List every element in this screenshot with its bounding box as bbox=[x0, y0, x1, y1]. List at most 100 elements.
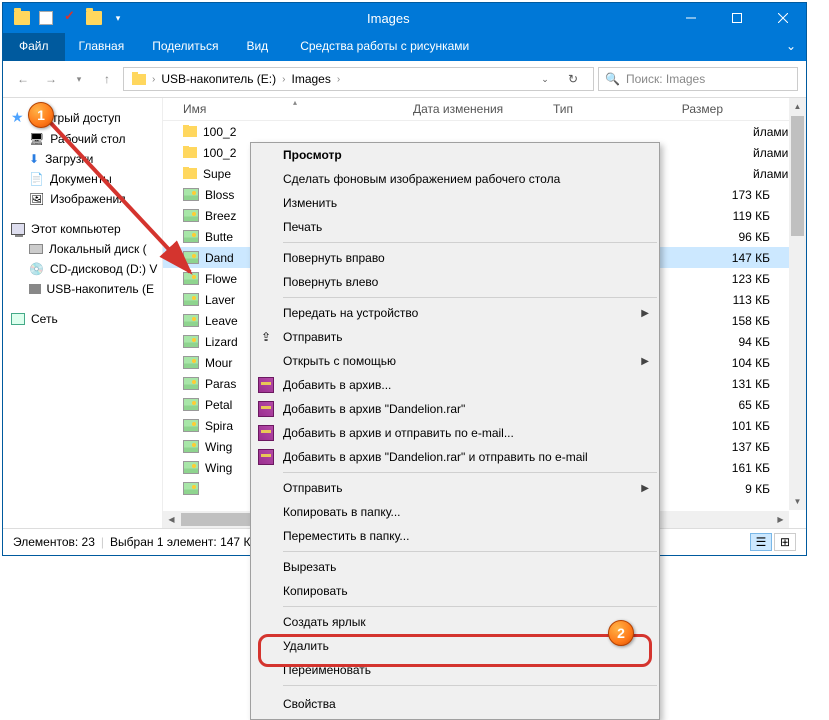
image-file-icon bbox=[183, 272, 199, 285]
folder-icon bbox=[183, 168, 197, 179]
scroll-up-icon[interactable]: ▲ bbox=[789, 98, 806, 115]
file-type-fragment: йлами bbox=[753, 167, 788, 181]
winrar-icon bbox=[257, 400, 275, 418]
ctx-print[interactable]: Печать bbox=[251, 215, 659, 239]
image-file-icon bbox=[183, 461, 199, 474]
ctx-view[interactable]: Просмотр bbox=[251, 143, 659, 167]
annotation-badge-2: 2 bbox=[608, 620, 634, 646]
download-icon: ⬇ bbox=[29, 152, 39, 166]
chevron-right-icon[interactable]: › bbox=[282, 74, 285, 85]
file-tab[interactable]: Файл bbox=[3, 33, 65, 61]
file-name: Bloss bbox=[205, 188, 234, 202]
qat-check-icon[interactable] bbox=[59, 7, 81, 29]
desktop-icon: 🖥 bbox=[29, 132, 44, 146]
address-segment-folder[interactable]: Images bbox=[287, 70, 334, 88]
tab-view[interactable]: Вид bbox=[232, 33, 282, 61]
usb-icon bbox=[29, 284, 41, 294]
nav-desktop[interactable]: 🖥Рабочий стол bbox=[3, 129, 162, 149]
qat-checkbox[interactable] bbox=[35, 7, 57, 29]
image-file-icon bbox=[183, 440, 199, 453]
address-toolbar: ← → ▾ ↑ › USB-накопитель (E:) › Images ›… bbox=[3, 61, 806, 98]
ctx-rotate-left[interactable]: Повернуть влево bbox=[251, 270, 659, 294]
nav-usb-drive[interactable]: USB-накопитель (E bbox=[3, 279, 162, 299]
image-file-icon bbox=[183, 230, 199, 243]
up-button[interactable]: ↑ bbox=[95, 67, 119, 91]
chevron-right-icon[interactable]: › bbox=[152, 74, 155, 85]
column-type[interactable]: Тип bbox=[553, 102, 673, 116]
ctx-archive-named[interactable]: Добавить в архив "Dandelion.rar" bbox=[251, 397, 659, 421]
scroll-left-icon[interactable]: ◀ bbox=[163, 511, 180, 528]
nav-pictures[interactable]: 🖼Изображения bbox=[3, 189, 162, 209]
network-header[interactable]: Сеть bbox=[3, 309, 162, 329]
folder-icon bbox=[132, 74, 146, 85]
ctx-rotate-right[interactable]: Повернуть вправо bbox=[251, 246, 659, 270]
maximize-button[interactable] bbox=[714, 3, 760, 33]
winrar-icon bbox=[257, 376, 275, 394]
nav-downloads[interactable]: ⬇Загрузки bbox=[3, 149, 162, 169]
ctx-separator bbox=[283, 472, 657, 473]
quick-access-header[interactable]: ★Быстрый доступ bbox=[3, 106, 162, 129]
ctx-rename[interactable]: Переименовать bbox=[251, 658, 659, 682]
scroll-down-icon[interactable]: ▼ bbox=[789, 493, 806, 510]
address-segment-drive[interactable]: USB-накопитель (E:) bbox=[157, 70, 280, 88]
ctx-archive-named-email[interactable]: Добавить в архив "Dandelion.rar" и отпра… bbox=[251, 445, 659, 469]
ctx-archive[interactable]: Добавить в архив... bbox=[251, 373, 659, 397]
details-view-button[interactable]: ☰ bbox=[750, 533, 772, 551]
ctx-cut[interactable]: Вырезать bbox=[251, 555, 659, 579]
forward-button[interactable]: → bbox=[39, 67, 63, 91]
ctx-moveto[interactable]: Переместить в папку... bbox=[251, 524, 659, 548]
tab-home[interactable]: Главная bbox=[65, 33, 139, 61]
annotation-badge-1: 1 bbox=[28, 102, 54, 128]
column-date[interactable]: Дата изменения bbox=[413, 102, 553, 116]
nav-local-disk[interactable]: Локальный диск ( bbox=[3, 239, 162, 259]
status-count: Элементов: 23 bbox=[13, 535, 95, 549]
file-name: Lizard bbox=[205, 335, 238, 349]
ctx-wallpaper[interactable]: Сделать фоновым изображением рабочего ст… bbox=[251, 167, 659, 191]
context-menu: Просмотр Сделать фоновым изображением ра… bbox=[250, 142, 660, 720]
scroll-right-icon[interactable]: ▶ bbox=[772, 511, 789, 528]
ctx-openwith[interactable]: Открыть с помощью▶ bbox=[251, 349, 659, 373]
tab-picture-tools[interactable]: Средства работы с рисунками bbox=[286, 33, 483, 61]
network-icon bbox=[11, 313, 25, 325]
nav-cd-drive[interactable]: 💿CD-дисковод (D:) V bbox=[3, 259, 162, 279]
ctx-archive-email[interactable]: Добавить в архив и отправить по e-mail..… bbox=[251, 421, 659, 445]
refresh-icon[interactable]: ↻ bbox=[561, 67, 585, 91]
ctx-send[interactable]: Отправить▶ bbox=[251, 476, 659, 500]
ctx-shortcut[interactable]: Создать ярлык bbox=[251, 610, 659, 634]
ctx-sendto[interactable]: ⇪Отправить bbox=[251, 325, 659, 349]
nav-documents[interactable]: 📄Документы bbox=[3, 169, 162, 189]
column-name[interactable]: Имя bbox=[163, 102, 413, 116]
thumbnails-view-button[interactable]: ⊞ bbox=[774, 533, 796, 551]
ctx-copy[interactable]: Копировать bbox=[251, 579, 659, 603]
file-name: Mour bbox=[205, 356, 232, 370]
minimize-button[interactable] bbox=[668, 3, 714, 33]
recent-dropdown-icon[interactable]: ▾ bbox=[67, 67, 91, 91]
address-bar[interactable]: › USB-накопитель (E:) › Images › ⌄ ↻ bbox=[123, 67, 594, 91]
address-dropdown-icon[interactable]: ⌄ bbox=[533, 67, 557, 91]
file-name: Flowe bbox=[205, 272, 237, 286]
vertical-scrollbar[interactable]: ▲▼ bbox=[789, 98, 806, 510]
chevron-right-icon[interactable]: › bbox=[337, 74, 340, 85]
image-file-icon bbox=[183, 377, 199, 390]
ctx-properties[interactable]: Свойства bbox=[251, 689, 659, 719]
ctx-edit[interactable]: Изменить bbox=[251, 191, 659, 215]
tab-share[interactable]: Поделиться bbox=[138, 33, 232, 61]
file-row[interactable]: 100_2йлами bbox=[163, 121, 806, 142]
search-input[interactable]: 🔍 Поиск: Images bbox=[598, 67, 798, 91]
window-title: Images bbox=[137, 11, 668, 26]
ctx-delete[interactable]: Удалить bbox=[251, 634, 659, 658]
ribbon-collapse-icon[interactable]: ⌄ bbox=[776, 33, 806, 61]
back-button[interactable]: ← bbox=[11, 67, 35, 91]
file-name: Paras bbox=[205, 377, 236, 391]
ctx-separator bbox=[283, 551, 657, 552]
this-pc-header[interactable]: Этот компьютер bbox=[3, 219, 162, 239]
ctx-copyto[interactable]: Копировать в папку... bbox=[251, 500, 659, 524]
winrar-icon bbox=[257, 424, 275, 442]
ctx-separator bbox=[283, 242, 657, 243]
qat-dropdown-icon[interactable]: ▾ bbox=[107, 7, 129, 29]
ctx-cast[interactable]: Передать на устройство▶ bbox=[251, 301, 659, 325]
document-icon: 📄 bbox=[29, 172, 44, 186]
close-button[interactable] bbox=[760, 3, 806, 33]
column-size[interactable]: Размер bbox=[673, 102, 753, 116]
file-name: Butte bbox=[205, 230, 233, 244]
